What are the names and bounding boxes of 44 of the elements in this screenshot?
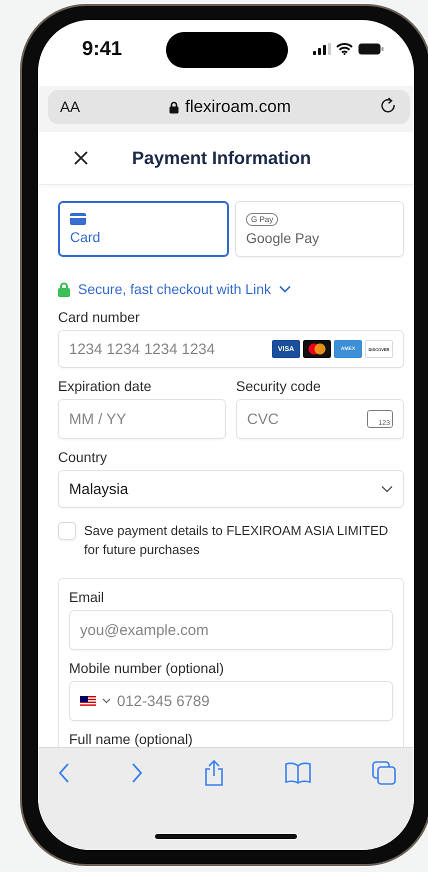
link-checkout-link[interactable]: Secure, fast checkout with Link bbox=[78, 281, 271, 297]
field-label: Security code bbox=[236, 378, 321, 394]
malaysia-flag-icon bbox=[80, 696, 96, 706]
battery-icon bbox=[358, 43, 384, 55]
field-label: Card number bbox=[58, 309, 140, 325]
expiration-input[interactable]: MM / YY bbox=[69, 410, 215, 428]
field-label: Full name (optional) bbox=[69, 731, 193, 747]
mobile-number-input[interactable]: 012-345 6789 bbox=[117, 692, 382, 710]
signal-icon bbox=[313, 43, 331, 55]
text-size-button[interactable]: AA bbox=[60, 98, 80, 116]
forward-icon[interactable] bbox=[131, 763, 143, 783]
field-label: Country bbox=[58, 449, 108, 466]
mobile-field[interactable]: 012-345 6789 bbox=[69, 681, 393, 721]
payment-method-tab[interactable]: G Pay Google Pay bbox=[235, 201, 404, 257]
card-icon bbox=[70, 213, 86, 225]
page-title: Payment Information bbox=[132, 148, 312, 168]
expiration-field[interactable]: MM / YY bbox=[58, 399, 226, 440]
google-pay-badge: G Pay bbox=[246, 212, 278, 226]
url-text: flexiroam.com bbox=[185, 97, 291, 117]
book-icon[interactable] bbox=[285, 762, 311, 784]
wifi-icon bbox=[336, 43, 353, 55]
email-input[interactable]: you@example.com bbox=[80, 622, 382, 638]
chevron-down-icon bbox=[381, 485, 393, 494]
field-label: Expiration date bbox=[58, 378, 152, 394]
chevron-down-icon[interactable] bbox=[102, 698, 111, 704]
field-label: Email bbox=[69, 589, 104, 605]
checkbox[interactable] bbox=[58, 522, 76, 540]
checkbox-label: Save payment details to FLEXIROAM ASIA LIMITED for future purchases bbox=[84, 522, 390, 560]
lock-icon bbox=[58, 282, 70, 296]
address-bar[interactable]: AA flexiroam.com bbox=[48, 90, 410, 124]
mastercard-logo bbox=[303, 340, 331, 358]
card-number-input[interactable]: 1234 1234 1234 1234 bbox=[69, 340, 266, 358]
country-select[interactable]: Malaysia bbox=[58, 470, 404, 508]
email-field[interactable]: you@example.com bbox=[69, 610, 393, 650]
chevron-down-icon[interactable] bbox=[279, 285, 291, 293]
tabs-icon[interactable] bbox=[372, 761, 396, 785]
lock-icon bbox=[169, 100, 180, 114]
status-time: 9:41 bbox=[82, 38, 122, 60]
share-icon[interactable] bbox=[204, 760, 224, 786]
back-icon[interactable] bbox=[58, 763, 70, 783]
close-icon[interactable] bbox=[74, 151, 88, 165]
payment-method-tab[interactable]: Card bbox=[58, 201, 229, 257]
security-code-input[interactable]: CVC bbox=[247, 410, 361, 428]
field-label: Mobile number (optional) bbox=[69, 660, 224, 676]
